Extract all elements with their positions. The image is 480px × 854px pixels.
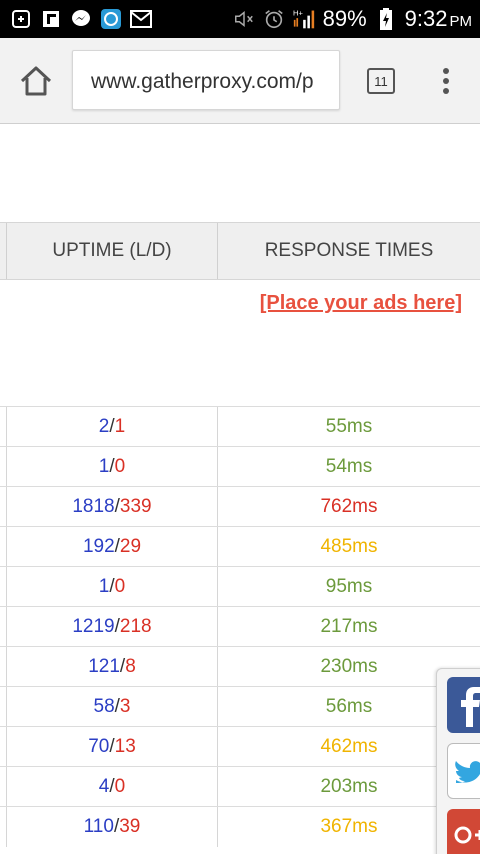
ad-link[interactable]: [Place your ads here] xyxy=(260,292,462,315)
address-bar[interactable]: www.gatherproxy.com/p xyxy=(72,50,340,110)
browser-toolbar: www.gatherproxy.com/p 11 xyxy=(0,38,480,124)
table-row: 1/0 54ms xyxy=(0,446,480,487)
uptime-cell: 4/0 xyxy=(6,767,218,807)
table-row: 2/1 55ms xyxy=(0,406,480,447)
uptime-cell: 1818/339 xyxy=(6,487,218,527)
social-share-widget xyxy=(436,668,480,854)
uptime-dead: 29 xyxy=(119,536,142,557)
table-row: 1219/218 217ms xyxy=(0,606,480,647)
uptime-dead: 13 xyxy=(114,736,136,757)
uptime-cell: 2/1 xyxy=(6,407,218,447)
table-row: 192/29 485ms xyxy=(0,526,480,567)
uptime-cell: 1/0 xyxy=(6,567,218,607)
signal-icon: H+ xyxy=(293,8,315,30)
table-header: UPTIME (L/D) RESPONSE TIMES xyxy=(0,222,480,280)
menu-dot-icon xyxy=(443,88,449,94)
table-row: 121/8 230ms xyxy=(0,646,480,687)
response-time-cell: 55ms xyxy=(325,416,373,437)
uptime-dead: 1 xyxy=(114,416,126,437)
proxy-table-body: 2/1 55ms 1/0 54ms 1818/339 762ms 192/29 485ms 1/… xyxy=(0,406,480,847)
gmail-icon xyxy=(130,8,152,30)
response-time-cell: 54ms xyxy=(325,456,373,477)
response-times-column-header[interactable]: RESPONSE TIMES xyxy=(218,223,480,279)
uptime-cell: 1219/218 xyxy=(6,607,218,647)
uptime-dead: 0 xyxy=(114,576,126,597)
table-row: 70/13 462ms xyxy=(0,726,480,767)
uptime-live: 110 xyxy=(83,816,114,837)
uptime-live: 2 xyxy=(98,416,110,437)
uptime-live: 70 xyxy=(88,736,110,757)
uptime-cell: 192/29 xyxy=(6,527,218,567)
uptime-live: 1 xyxy=(98,576,110,597)
menu-dot-icon xyxy=(443,68,449,74)
uptime-column-header[interactable]: UPTIME (L/D) xyxy=(6,223,218,279)
twitter-share-button[interactable] xyxy=(447,743,480,799)
overflow-menu-button[interactable] xyxy=(436,64,456,98)
google-plus-icon xyxy=(454,826,480,844)
uptime-dead: 0 xyxy=(114,456,126,477)
home-icon xyxy=(20,66,52,96)
uptime-cell: 58/3 xyxy=(6,687,218,727)
uptime-cell: 70/13 xyxy=(6,727,218,767)
uptime-dead: 0 xyxy=(114,776,126,797)
tab-switcher-button[interactable]: 11 xyxy=(367,68,395,94)
uptime-live: 121 xyxy=(88,656,120,677)
sd-card-icon xyxy=(10,8,32,30)
facebook-icon xyxy=(461,687,480,727)
uptime-cell: 110/39 xyxy=(6,807,218,847)
url-text[interactable]: www.gatherproxy.com/p xyxy=(91,70,314,94)
home-button[interactable] xyxy=(18,64,54,98)
browser-app-icon xyxy=(100,8,122,30)
uptime-dead: 339 xyxy=(119,496,152,517)
uptime-live: 192 xyxy=(82,536,115,557)
facebook-share-button[interactable] xyxy=(447,677,480,733)
uptime-dead: 218 xyxy=(119,616,152,637)
uptime-live: 1818 xyxy=(72,496,115,517)
response-time-cell: 217ms xyxy=(320,616,378,637)
response-time-cell: 95ms xyxy=(325,576,373,597)
status-bar: H+ 89% 9:32 PM xyxy=(0,0,480,38)
clock: 9:32 PM xyxy=(404,6,472,31)
menu-dot-icon xyxy=(443,78,449,84)
uptime-dead: 39 xyxy=(119,816,141,837)
flipboard-icon xyxy=(40,8,62,30)
uptime-cell: 1/0 xyxy=(6,447,218,487)
response-time-cell: 485ms xyxy=(320,536,378,557)
battery-percent: 89% xyxy=(322,6,367,31)
svg-text:H+: H+ xyxy=(293,9,303,18)
table-row: 110/39 367ms xyxy=(0,806,480,847)
table-row: 58/3 56ms xyxy=(0,686,480,727)
table-row: 1/0 95ms xyxy=(0,566,480,607)
uptime-live: 4 xyxy=(98,776,110,797)
uptime-cell: 121/8 xyxy=(6,647,218,687)
alarm-icon xyxy=(263,8,285,30)
twitter-icon xyxy=(455,761,480,783)
google-plus-share-button[interactable] xyxy=(447,809,480,854)
response-time-cell: 762ms xyxy=(320,496,378,517)
table-row: 4/0 203ms xyxy=(0,766,480,807)
uptime-live: 58 xyxy=(93,696,115,717)
uptime-dead: 3 xyxy=(119,696,131,717)
messenger-icon xyxy=(70,8,92,30)
battery-icon xyxy=(375,8,397,30)
mute-icon xyxy=(233,8,255,30)
uptime-dead: 8 xyxy=(125,656,136,677)
table-row: 1818/339 762ms xyxy=(0,486,480,527)
uptime-live: 1219 xyxy=(72,616,115,637)
uptime-live: 1 xyxy=(98,456,110,477)
